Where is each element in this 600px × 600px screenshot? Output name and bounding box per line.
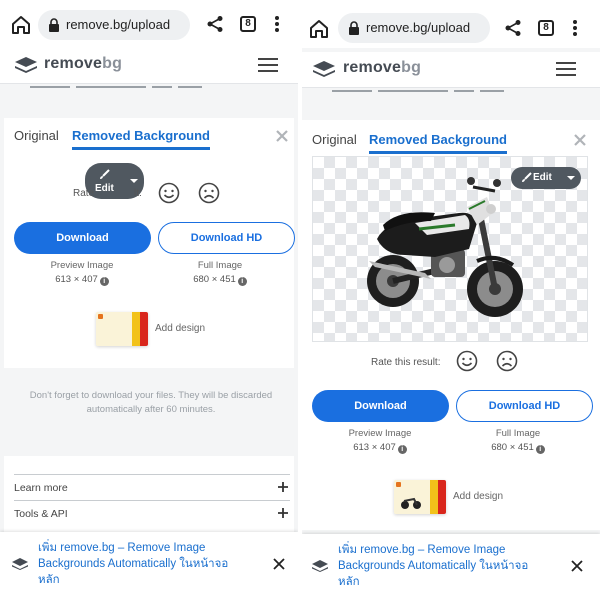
info-icon[interactable]: i [535,445,545,454]
full-image-caption: Full Image [197,260,243,271]
logo-wordmark[interactable]: removebg [44,55,122,73]
tools-api-label: Tools & API [14,508,68,520]
notice-line-1: Don't forget to download your files. The… [29,390,273,401]
brush-icon [522,172,532,182]
close-icon[interactable] [571,560,583,572]
info-icon[interactable]: i [99,277,109,286]
banner-line-1: เพิ่ม remove.bg – Remove Image [38,542,206,554]
app-icon [12,558,28,570]
tab-removed-background[interactable]: Removed Background [369,132,507,154]
install-banner-text[interactable]: เพิ่ม remove.bg – Remove Image Backgroun… [338,542,550,590]
install-app-banner[interactable]: เพิ่ม remove.bg – Remove Image Backgroun… [302,534,600,600]
cropped-text-line [332,88,572,94]
browser-toolbar: remove.bg/upload 8 [0,0,298,48]
motorbike-thumbnail-icon [401,497,421,509]
sad-face-icon[interactable] [198,182,220,204]
logo-icon[interactable] [14,56,38,74]
edit-label: Edit [95,183,114,194]
rate-label-partial-end: lt: [134,188,142,199]
edit-button[interactable]: Edit [511,167,581,189]
add-design-thumbnail[interactable] [394,480,446,514]
caret-down-icon [567,176,575,180]
full-image-dims: 680 × 451 i [468,442,568,454]
install-app-banner[interactable]: เพิ่ม remove.bg – Remove Image Backgroun… [0,532,298,600]
share-icon[interactable] [206,15,224,33]
edit-label: Edit [533,172,552,183]
accordion-learn-more[interactable]: Learn more [14,474,290,500]
lock-icon [49,18,59,32]
tab-removed-background[interactable]: Removed Background [72,128,210,150]
add-design-label[interactable]: Add design [453,491,503,502]
url-text: remove.bg/upload [366,20,471,35]
banner-line-1: เพิ่ม remove.bg – Remove Image [338,544,506,556]
banner-line-2: Backgrounds Automatically ในหน้าจอ [338,560,529,572]
app-icon [312,560,328,572]
sad-face-icon[interactable] [496,350,518,372]
home-icon[interactable] [308,18,330,40]
plus-icon [278,482,288,492]
hamburger-icon[interactable] [556,61,576,77]
learn-more-label: Learn more [14,482,68,494]
info-icon[interactable]: i [397,445,407,454]
banner-line-3: หลัก [338,576,360,588]
preview-image-caption: Preview Image [348,428,412,439]
left-screenshot-panel: remove.bg/upload 8 removebg Original Rem… [0,0,298,600]
address-bar[interactable]: remove.bg/upload [338,13,490,43]
close-icon[interactable] [574,134,586,146]
result-card: Original Removed Background Edit Rate th… [302,120,600,530]
cropped-text-line [30,84,270,90]
download-hd-button[interactable]: Download HD [158,222,295,254]
rate-label-partial: Rate [73,188,95,199]
plus-icon [278,508,288,518]
hamburger-icon[interactable] [258,57,278,73]
tab-original[interactable]: Original [14,128,59,143]
notice-line-2: automatically after 60 minutes. [86,404,216,415]
banner-line-3: หลัก [38,574,60,586]
url-text: remove.bg/upload [66,17,171,32]
lock-icon [349,21,359,35]
motorbike-image [367,177,523,317]
tabs-count-icon[interactable]: 8 [538,20,554,36]
add-design-thumbnail[interactable] [96,312,148,346]
logo-icon[interactable] [312,60,336,78]
right-screenshot-panel: remove.bg/upload 8 removebg Original Rem… [302,0,600,600]
full-image-dims: 680 × 451 i [170,274,270,286]
preview-image-dims: 613 × 407 i [32,274,132,286]
result-image-preview[interactable]: Edit [312,156,588,342]
accordion-tools-api[interactable]: Tools & API [14,500,290,526]
smile-face-icon[interactable] [456,350,478,372]
logo-wordmark[interactable]: removebg [343,59,421,77]
banner-line-2: Backgrounds Automatically ในหน้าจอ [38,558,229,570]
result-card: Original Removed Background Edit Rate lt… [4,118,295,368]
overflow-menu-icon[interactable] [274,15,280,33]
footer-links: Learn more Tools & API [4,456,294,532]
tab-original[interactable]: Original [312,132,357,147]
full-image-caption: Full Image [495,428,541,439]
preview-image-dims: 613 × 407 i [330,442,430,454]
caret-down-icon [130,179,138,183]
smile-face-icon[interactable] [158,182,180,204]
download-button[interactable]: Download [14,222,151,254]
install-banner-text[interactable]: เพิ่ม remove.bg – Remove Image Backgroun… [38,540,250,588]
download-hd-button[interactable]: Download HD [456,390,593,422]
preview-image-caption: Preview Image [50,260,114,271]
site-header: removebg [302,52,600,88]
info-icon[interactable]: i [237,277,247,286]
download-reminder-notice: Don't forget to download your files. The… [10,389,292,417]
address-bar[interactable]: remove.bg/upload [38,10,190,40]
share-icon[interactable] [504,19,522,37]
rate-this-result-label: Rate this result: [371,357,441,368]
add-design-label[interactable]: Add design [155,323,205,334]
home-icon[interactable] [10,14,32,36]
download-button[interactable]: Download [312,390,449,422]
browser-toolbar: remove.bg/upload 8 [302,0,600,48]
brush-icon [100,169,110,179]
overflow-menu-icon[interactable] [572,19,578,37]
close-icon[interactable] [273,558,285,570]
site-header: removebg [0,48,298,84]
tabs-count-icon[interactable]: 8 [240,16,256,32]
close-icon[interactable] [276,130,288,142]
